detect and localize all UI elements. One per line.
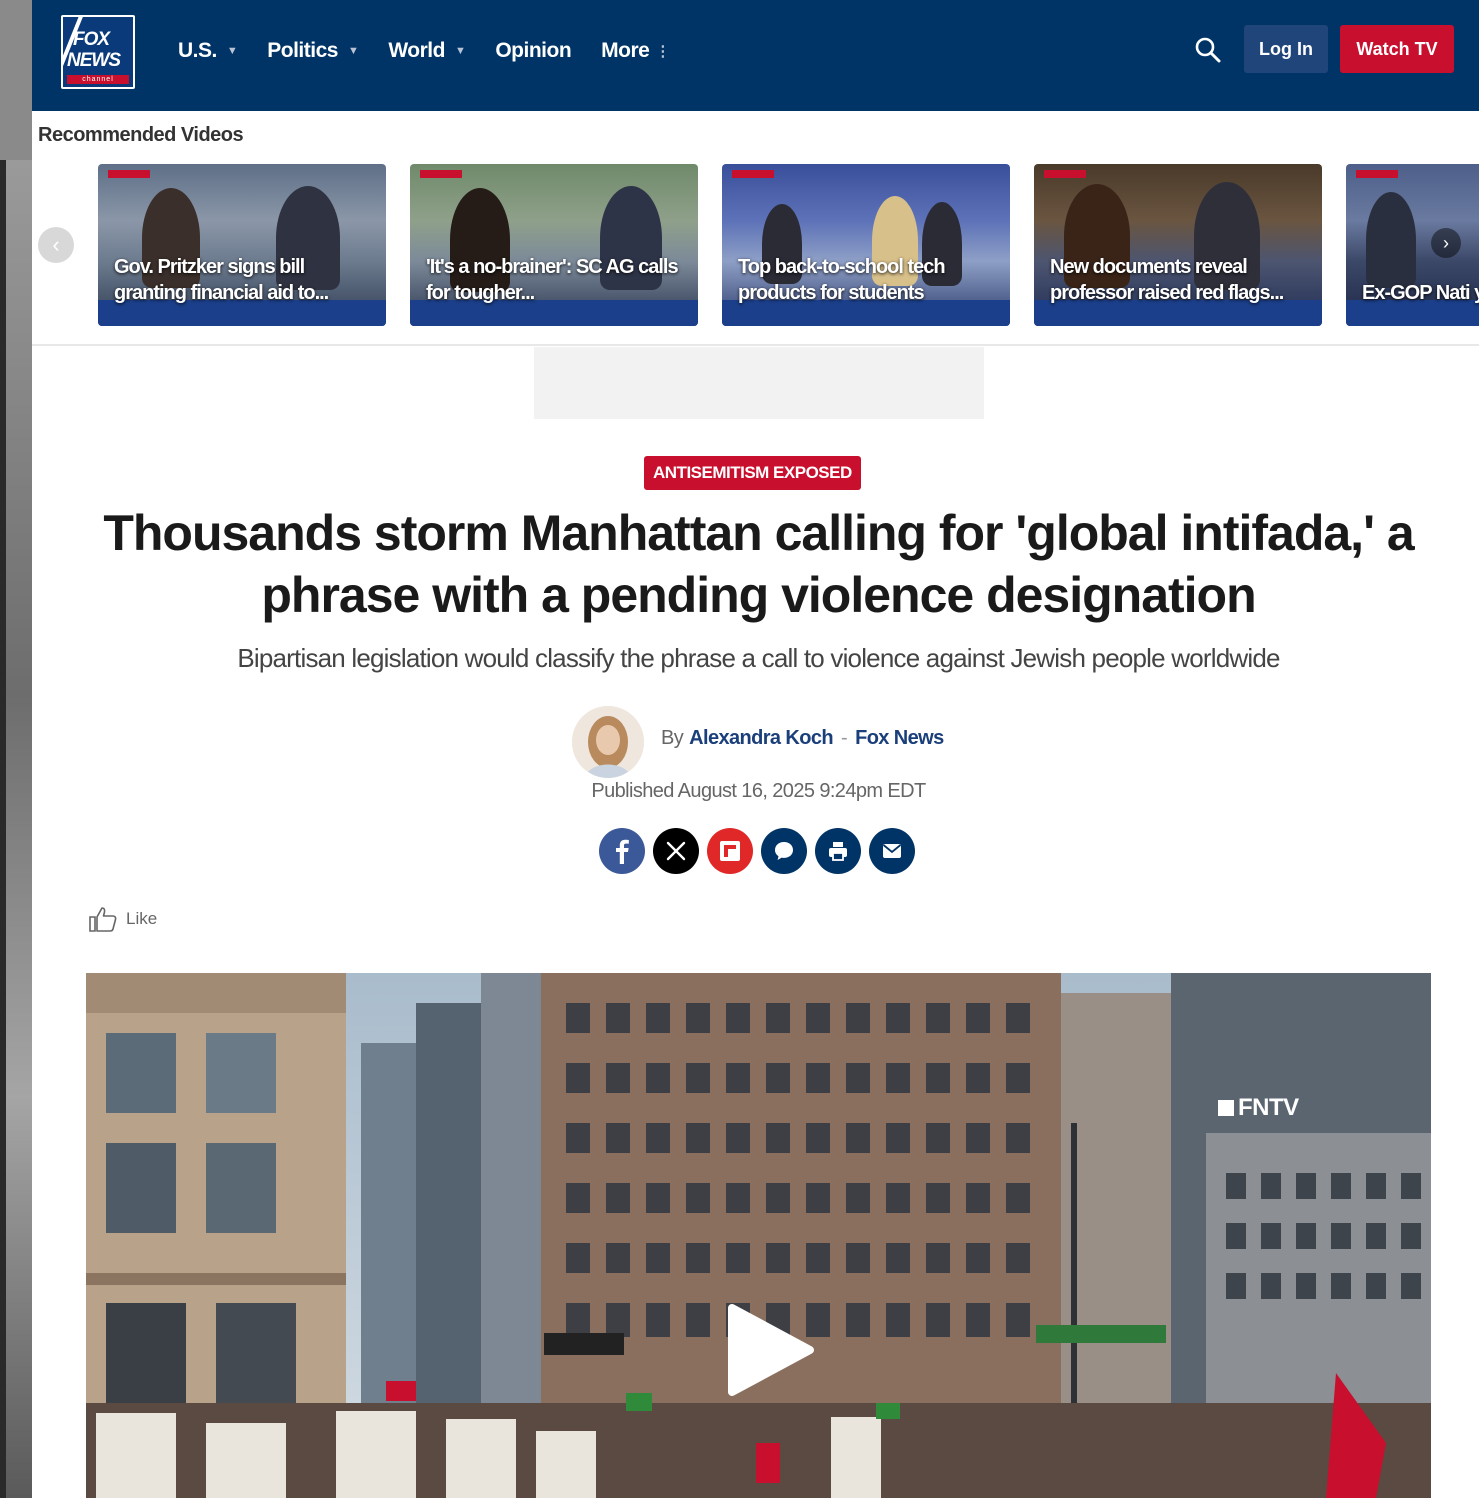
search-icon [1195,37,1221,63]
nav-item-opinion[interactable]: Opinion [495,39,571,63]
fox-news-logo[interactable]: FOX NEWS channel [61,15,135,89]
byline: By Alexandra Koch - Fox News [661,727,944,750]
byline-separator: - [841,727,848,749]
share-flipboard-button[interactable] [707,828,753,874]
article-subhead: Bipartisan legislation would classify th… [237,643,1280,673]
video-player[interactable] [86,973,1431,1498]
nav-item-label: More [601,39,650,62]
share-facebook-button[interactable] [599,828,645,874]
share-bar [599,828,923,874]
main-nav: U.S. ▼ Politics ▼ World ▼ Opinion More ⋮ [178,36,700,66]
email-icon [882,844,902,858]
video-card-caption: Top back-to-school tech products for stu… [738,256,946,304]
watch-tv-button[interactable]: Watch TV [1340,25,1454,73]
print-icon [829,842,847,861]
video-frame [86,973,1431,1498]
author-avatar[interactable] [572,706,644,778]
thumbs-up-icon [89,907,117,932]
left-gutter [0,0,32,1498]
carousel-next-button[interactable]: › [1431,228,1461,258]
outlet-link[interactable]: Fox News [855,727,944,750]
play-icon [728,1304,814,1396]
play-button[interactable] [726,1302,816,1403]
site-header: FOX NEWS channel U.S. ▼ Politics ▼ World… [32,0,1479,111]
video-card-caption: New documents reveal professor raised re… [1050,256,1284,304]
live-badge [420,170,462,178]
carousel-prev-button[interactable]: ‹ [38,227,74,263]
recommended-videos-title: Recommended Videos [38,124,244,146]
share-email-button[interactable] [869,828,915,874]
video-card[interactable]: 'It's a no-brainer': SC AG calls for tou… [410,164,698,326]
share-x-button[interactable] [653,828,699,874]
ad-placeholder [534,347,984,419]
nav-item-us[interactable]: U.S. ▼ [178,39,238,63]
comment-icon [775,842,793,860]
more-dots-icon: ⋮ [655,43,670,60]
watermark-text: FNTV [1238,1094,1299,1121]
video-card[interactable]: Top back-to-school tech products for stu… [722,164,1010,326]
nav-item-label: Politics [267,39,338,62]
fntv-watermark: FNTV [1218,1094,1299,1122]
chevron-right-icon: › [1443,232,1449,253]
logo-line-3: channel [67,75,129,84]
chevron-left-icon: ‹ [52,232,60,257]
like-button[interactable]: Like [88,905,157,933]
nav-item-more[interactable]: More ⋮ [601,39,670,63]
live-badge [1356,170,1398,178]
live-badge [732,170,774,178]
article-headline: Thousands storm Manhattan calling for 'g… [103,505,1414,623]
like-label: Like [126,909,158,928]
nav-item-world[interactable]: World ▼ [388,39,466,63]
article-kicker[interactable]: ANTISEMITISM EXPOSED [644,456,861,490]
facebook-icon [616,839,629,864]
author-link[interactable]: Alexandra Koch [689,727,833,750]
login-button[interactable]: Log In [1244,25,1328,73]
flipboard-icon [720,841,740,861]
watermark-square [1218,1100,1234,1116]
video-card-caption: 'It's a no-brainer': SC AG calls for tou… [426,256,679,304]
share-comment-button[interactable] [761,828,807,874]
author-photo [572,706,644,778]
nav-item-label: Opinion [495,39,572,62]
thumbnail-person [1366,192,1416,288]
published-date: Published August 16, 2025 9:24pm EDT [591,780,926,802]
video-card[interactable]: New documents reveal professor raised re… [1034,164,1322,326]
x-icon [666,841,686,861]
caret-down-icon: ▼ [226,45,238,57]
video-card-caption: Gov. Pritzker signs bill granting financ… [114,256,329,304]
gutter-strip [6,160,32,1498]
nav-item-politics[interactable]: Politics ▼ [267,39,359,63]
video-card[interactable]: Gov. Pritzker signs bill granting financ… [98,164,386,326]
video-card-caption: Ex-GOP Nati you're rootin [1362,282,1479,304]
divider [32,344,1479,346]
nav-item-label: U.S. [178,39,217,62]
nav-item-label: World [388,39,445,62]
live-badge [108,170,150,178]
search-button[interactable] [1192,34,1224,66]
caret-down-icon: ▼ [454,45,466,57]
logo-line-1: FOX [73,29,110,50]
live-badge [1044,170,1086,178]
share-print-button[interactable] [815,828,861,874]
gutter-edge [0,160,6,1498]
page: FOX NEWS channel U.S. ▼ Politics ▼ World… [32,0,1479,1498]
logo-line-2: NEWS [67,50,121,71]
byline-prefix: By [661,727,684,749]
caret-down-icon: ▼ [347,45,359,57]
